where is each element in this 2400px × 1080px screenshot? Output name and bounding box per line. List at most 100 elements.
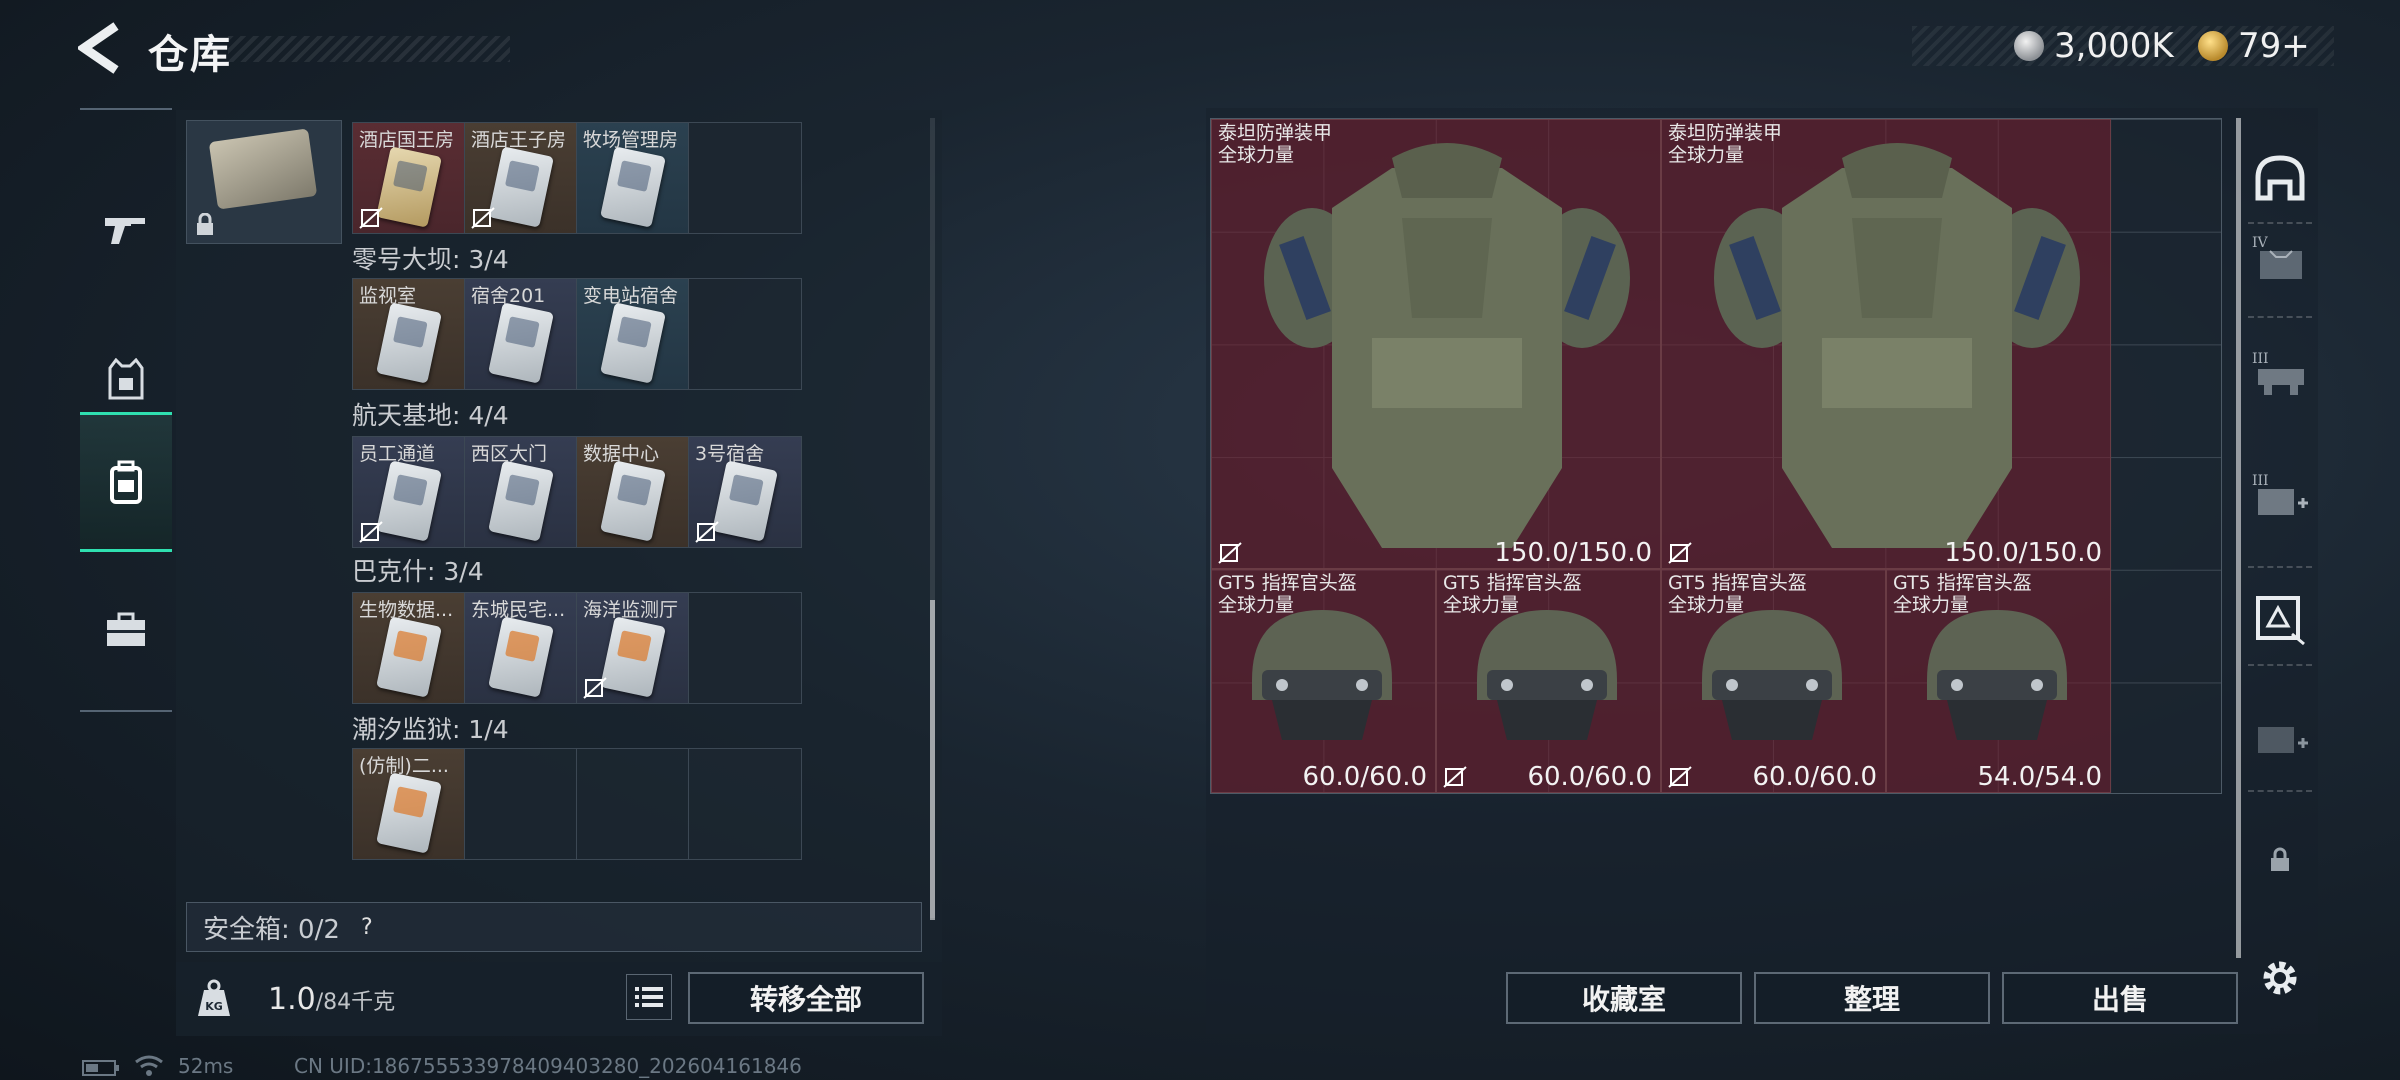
backpack-add-icon: III <box>2252 473 2308 515</box>
weight-value: 1.0 <box>268 982 316 1017</box>
empty-slot[interactable] <box>689 749 801 859</box>
helmet-slot-button[interactable] <box>2248 146 2312 210</box>
keycard-image <box>600 302 666 384</box>
keycard-group-label: 潮汐监狱: 1/4 <box>352 715 509 744</box>
keycard-slot[interactable]: 生物数据... <box>353 593 465 703</box>
keycard-slot[interactable]: 数据中心 <box>577 437 689 547</box>
keycard-group-label: 航天基地: 4/4 <box>352 401 509 430</box>
stash-item-armor[interactable]: 泰坦防弹装甲 全球力量 150.0/150.0 <box>1211 119 1661 569</box>
keycard-case-image <box>208 128 318 210</box>
empty-slot[interactable] <box>689 279 801 389</box>
collection-room-button[interactable]: 收藏室 <box>1506 972 1742 1024</box>
back-button[interactable] <box>76 22 122 74</box>
keycard-row-hotel: 酒店国王房 酒店王子房 牧场管理房 <box>352 122 802 234</box>
svg-text:III: III <box>2252 351 2269 367</box>
category-nav <box>80 108 172 712</box>
backpack-slot-button[interactable]: III <box>2248 464 2312 528</box>
keycard-row: 员工通道 西区大门 数据中心 3号宿舍 <box>352 436 802 548</box>
no-trade-icon <box>695 521 719 543</box>
divider <box>2248 566 2312 568</box>
nav-backpack[interactable] <box>80 412 172 552</box>
safe-box-bar[interactable]: 安全箱: 0/2 ? <box>186 902 922 952</box>
keycard-name: 牧场管理房 <box>583 129 679 151</box>
back-arrow-icon <box>76 22 119 74</box>
helmet-image <box>1252 610 1392 740</box>
keycard-image <box>488 460 554 542</box>
help-icon[interactable]: ? <box>354 914 380 940</box>
keycard-name: 监视室 <box>359 285 417 307</box>
armor-slot-button[interactable]: IV <box>2248 226 2312 290</box>
stash-item-helmet[interactable]: GT5 指挥官头盔 全球力量 60.0/60.0 <box>1661 569 1886 793</box>
divider <box>2248 664 2312 666</box>
keycard-slot[interactable]: 变电站宿舍 <box>577 279 689 389</box>
keycard-slot[interactable]: 海洋监测厅 <box>577 593 689 703</box>
keycard-group-label: 零号大坝: 3/4 <box>352 245 509 274</box>
no-trade-icon <box>359 521 383 543</box>
rig-slot-button[interactable]: III <box>2248 342 2312 406</box>
empty-slot[interactable] <box>689 593 801 703</box>
silver-coin-icon <box>2014 31 2044 61</box>
expansion-slot-button[interactable] <box>2248 706 2312 770</box>
transfer-all-button[interactable]: 转移全部 <box>688 972 924 1024</box>
stash-item-helmet[interactable]: GT5 指挥官头盔 全球力量 60.0/60.0 <box>1211 569 1436 793</box>
settings-button[interactable] <box>2248 946 2312 1010</box>
divider <box>2248 790 2312 792</box>
stash-item-helmet[interactable]: GT5 指挥官头盔 全球力量 60.0/60.0 <box>1436 569 1661 793</box>
item-durability: 60.0/60.0 <box>1527 762 1652 792</box>
keycard-case-thumbnail[interactable] <box>186 120 342 244</box>
no-trade-icon <box>1218 542 1242 564</box>
keycard-image <box>600 460 666 542</box>
keycard-image <box>376 616 442 698</box>
nav-weapons[interactable] <box>80 160 172 300</box>
keycard-image <box>376 772 442 854</box>
weight-capacity: /84千克 <box>315 990 396 1015</box>
wifi-icon <box>135 1055 163 1076</box>
list-icon <box>635 987 663 1007</box>
keycard-slot[interactable]: 酒店王子房 <box>465 123 577 233</box>
list-view-button[interactable] <box>626 974 672 1020</box>
currency-silver[interactable]: 3,000K <box>2014 26 2174 66</box>
keycard-name: 变电站宿舍 <box>583 285 679 307</box>
keycard-slot[interactable]: 宿舍201 <box>465 279 577 389</box>
currency-gold[interactable]: 79+ <box>2198 26 2310 66</box>
briefcase-icon <box>107 612 145 646</box>
keycard-image <box>488 146 554 228</box>
keycard-name: 东城民宅... <box>471 599 566 621</box>
helmet-slot-icon <box>2255 155 2305 201</box>
keycard-image <box>600 146 666 228</box>
sell-button[interactable]: 出售 <box>2002 972 2238 1024</box>
settings-icon <box>2263 961 2297 995</box>
keycard-group-label: 巴克什: 3/4 <box>352 557 484 586</box>
safe-box-slot-button[interactable] <box>2248 586 2312 650</box>
battery-icon <box>82 1060 119 1076</box>
helmet-image <box>1477 610 1617 740</box>
empty-slot[interactable] <box>577 749 689 859</box>
stash-item-armor[interactable]: 泰坦防弹装甲 全球力量 150.0/150.0 <box>1661 119 2111 569</box>
empty-slot[interactable] <box>689 123 801 233</box>
nav-case[interactable] <box>80 560 172 700</box>
keycard-slot[interactable]: 牧场管理房 <box>577 123 689 233</box>
empty-slot[interactable] <box>465 749 577 859</box>
keycard-slot[interactable]: (仿制)二... <box>353 749 465 859</box>
keycard-slot[interactable]: 员工通道 <box>353 437 465 547</box>
keycard-image <box>376 460 442 542</box>
no-trade-icon <box>1668 542 1692 564</box>
divider <box>2248 222 2312 224</box>
divider <box>2248 316 2312 318</box>
lock-slot-button[interactable] <box>2248 828 2312 892</box>
svg-text:IV: IV <box>2252 235 2269 251</box>
keycard-slot[interactable]: 东城民宅... <box>465 593 577 703</box>
keycard-slot[interactable]: 监视室 <box>353 279 465 389</box>
sort-button[interactable]: 整理 <box>1754 972 1990 1024</box>
keycard-slot[interactable]: 酒店国王房 <box>353 123 465 233</box>
keycard-slot[interactable]: 3号宿舍 <box>689 437 801 547</box>
svg-text:KG: KG <box>205 1000 223 1013</box>
keycard-slot[interactable]: 西区大门 <box>465 437 577 547</box>
stash-item-helmet[interactable]: GT5 指挥官头盔 全球力量 54.0/54.0 <box>1886 569 2111 793</box>
stash-scrollbar[interactable] <box>2236 118 2241 958</box>
keycard-image <box>376 146 442 228</box>
keycard-name: 酒店国王房 <box>359 129 455 151</box>
rig-iii-icon: III <box>2252 351 2304 395</box>
storage-scroll-thumb[interactable] <box>930 600 935 920</box>
item-durability: 60.0/60.0 <box>1302 762 1427 792</box>
